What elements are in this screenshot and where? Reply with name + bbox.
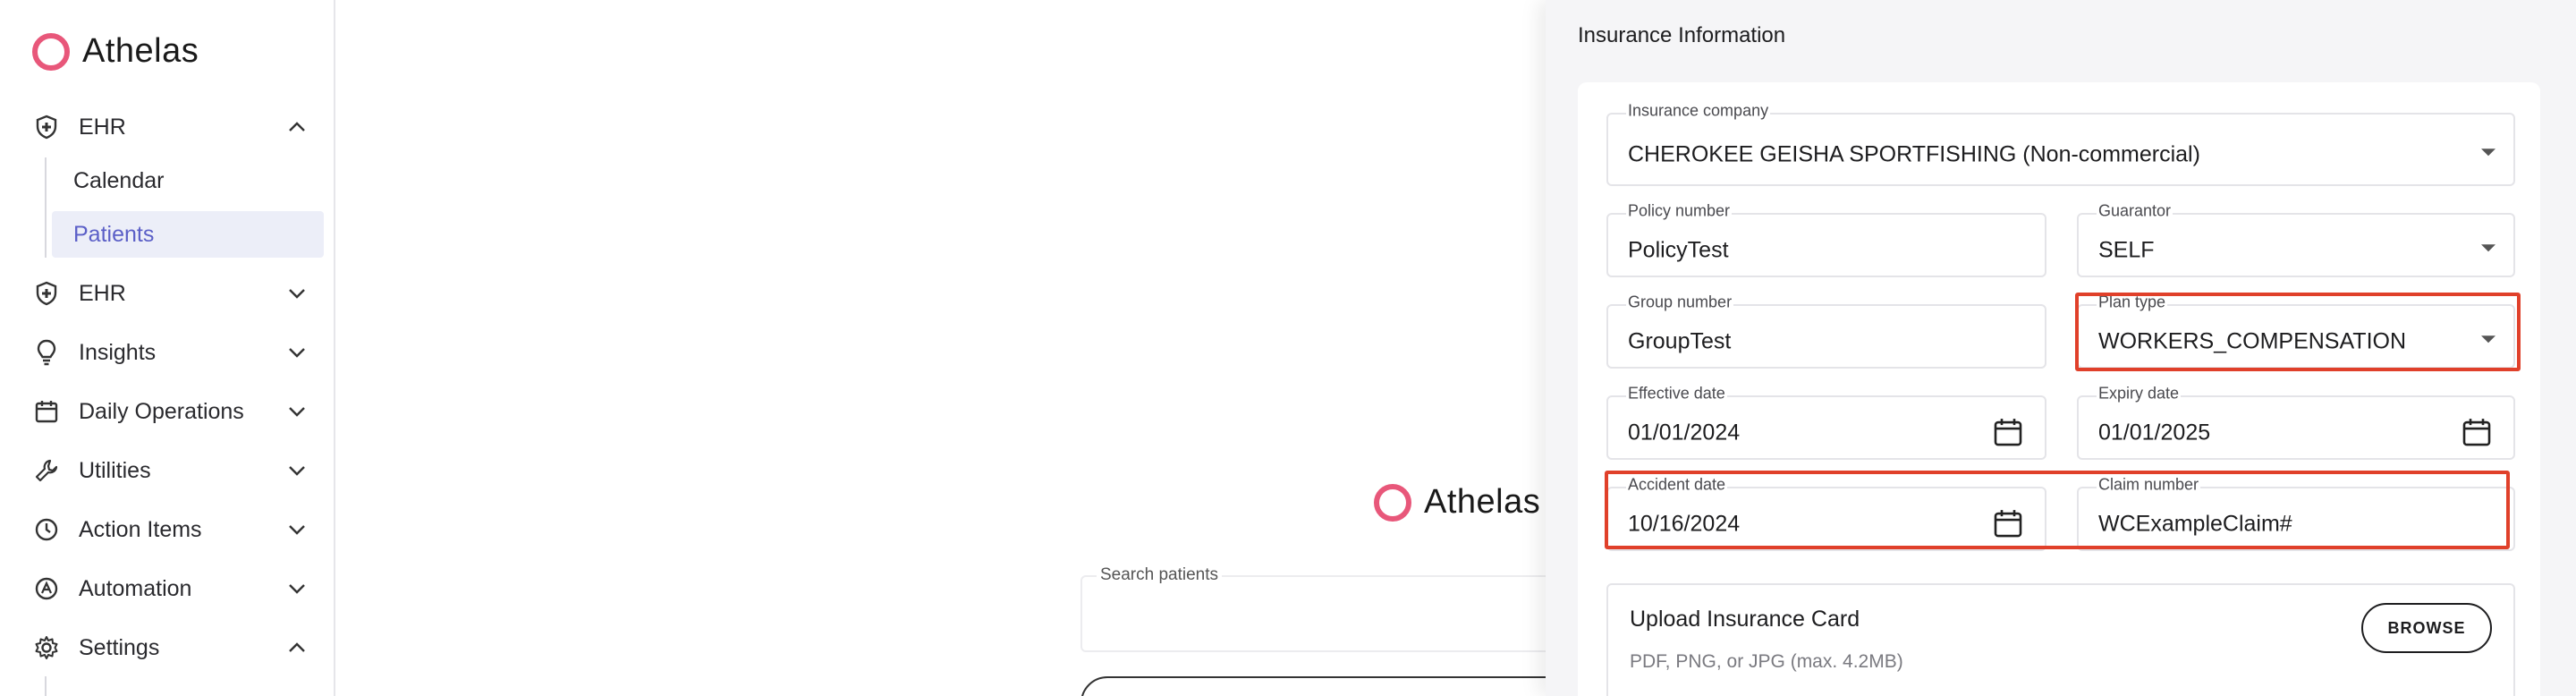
chevron-down-icon[interactable] bbox=[284, 281, 309, 306]
field-value: WCExampleClaim# bbox=[2098, 511, 2292, 537]
sidebar-item-calendar[interactable]: Calendar bbox=[52, 157, 324, 204]
field-label: Insurance company bbox=[1626, 101, 1771, 121]
sidebar-item-insights[interactable]: Insights bbox=[32, 333, 309, 372]
accident-date-field[interactable]: Accident date 10/16/2024 bbox=[1606, 475, 2046, 551]
calendar-icon bbox=[32, 397, 61, 426]
athelas-logo-icon bbox=[1374, 483, 1411, 522]
sidebar-item-ehr-2[interactable]: EHR bbox=[32, 274, 309, 313]
claim-number-field[interactable]: Claim number WCExampleClaim# bbox=[2077, 475, 2515, 551]
browse-button[interactable]: BROWSE bbox=[2361, 603, 2492, 653]
dropdown-arrow-icon bbox=[2481, 244, 2496, 252]
sidebar-item-action-items[interactable]: Action Items bbox=[32, 510, 309, 549]
field-label: Effective date bbox=[1626, 384, 1727, 403]
calendar-icon[interactable] bbox=[1993, 508, 2023, 539]
sidebar: Athelas EHR Calendar Patients EHR Insigh… bbox=[0, 0, 335, 696]
field-value: CHEROKEE GEISHA SPORTFISHING (Non-commer… bbox=[1628, 141, 2200, 167]
sidebar-item-label: Calendar bbox=[73, 167, 165, 193]
sidebar-item-ehr[interactable]: EHR bbox=[32, 107, 309, 147]
search-patients-label: Search patients bbox=[1097, 565, 1223, 585]
sidebar-item-label: EHR bbox=[79, 280, 126, 306]
sidebar-item-utilities[interactable]: Utilities bbox=[32, 451, 309, 490]
field-value: SELF bbox=[2098, 237, 2155, 263]
background-pill-button[interactable] bbox=[1080, 676, 1581, 696]
sidebar-item-label: Automation bbox=[79, 575, 192, 601]
dropdown-arrow-icon bbox=[2481, 149, 2496, 157]
field-value: GroupTest bbox=[1628, 328, 1732, 354]
group-number-field[interactable]: Group number GroupTest bbox=[1606, 293, 2046, 369]
athelas-logo-icon bbox=[32, 32, 70, 71]
expiry-date-field[interactable]: Expiry date 01/01/2025 bbox=[2077, 384, 2515, 460]
field-label: Claim number bbox=[2097, 475, 2201, 495]
chevron-down-icon[interactable] bbox=[284, 458, 309, 483]
sidebar-item-label: Patients bbox=[73, 221, 155, 247]
app-logo[interactable]: Athelas bbox=[32, 32, 199, 71]
chevron-up-icon[interactable] bbox=[284, 635, 309, 660]
upload-hint: PDF, PNG, or JPG (max. 4.2MB) bbox=[1630, 651, 1903, 672]
field-label: Group number bbox=[1626, 293, 1734, 312]
sidebar-item-daily-operations[interactable]: Daily Operations bbox=[32, 392, 309, 431]
insurance-company-select[interactable]: Insurance company CHEROKEE GEISHA SPORTF… bbox=[1606, 101, 2515, 186]
field-label: Accident date bbox=[1626, 475, 1728, 495]
policy-number-field[interactable]: Policy number PolicyTest bbox=[1606, 201, 2046, 277]
gear-icon bbox=[32, 633, 61, 662]
shield-plus-icon bbox=[32, 113, 61, 141]
sidebar-item-label: EHR bbox=[79, 114, 126, 140]
upload-insurance-card: Upload Insurance Card PDF, PNG, or JPG (… bbox=[1606, 583, 2515, 696]
main-brand-name: Athelas bbox=[1424, 483, 1541, 521]
field-label: Policy number bbox=[1626, 201, 1733, 221]
brand-name: Athelas bbox=[82, 32, 199, 70]
dropdown-arrow-icon bbox=[2481, 335, 2496, 344]
field-value: WORKERS_COMPENSATION bbox=[2098, 328, 2407, 354]
search-patients-input[interactable] bbox=[1080, 575, 1581, 652]
guarantor-select[interactable]: Guarantor SELF bbox=[2077, 201, 2515, 277]
automation-icon bbox=[32, 574, 61, 603]
submenu-guide-line bbox=[45, 157, 47, 258]
effective-date-field[interactable]: Effective date 01/01/2024 bbox=[1606, 384, 2046, 460]
field-value: 10/16/2024 bbox=[1628, 511, 1741, 537]
sidebar-item-automation[interactable]: Automation bbox=[32, 569, 309, 608]
sidebar-item-label: Settings bbox=[79, 634, 160, 660]
sidebar-item-label: Daily Operations bbox=[79, 398, 244, 424]
chevron-down-icon[interactable] bbox=[284, 340, 309, 365]
lightbulb-icon bbox=[32, 338, 61, 367]
chevron-down-icon[interactable] bbox=[284, 576, 309, 601]
sidebar-item-patients[interactable]: Patients bbox=[52, 211, 324, 258]
calendar-icon[interactable] bbox=[1993, 417, 2023, 447]
field-label: Expiry date bbox=[2097, 384, 2182, 403]
upload-title: Upload Insurance Card bbox=[1630, 607, 1860, 632]
sidebar-item-settings[interactable]: Settings bbox=[32, 628, 309, 667]
plan-type-select[interactable]: Plan type WORKERS_COMPENSATION bbox=[2077, 293, 2515, 369]
wrench-icon bbox=[32, 456, 61, 485]
drawer-title: Insurance Information bbox=[1578, 23, 1786, 47]
field-label: Plan type bbox=[2097, 293, 2168, 312]
field-value: 01/01/2024 bbox=[1628, 420, 1741, 446]
clock-icon bbox=[32, 515, 61, 544]
shield-plus-icon bbox=[32, 279, 61, 308]
chevron-down-icon[interactable] bbox=[284, 399, 309, 424]
field-label: Guarantor bbox=[2097, 201, 2174, 221]
submenu-guide-line bbox=[45, 676, 47, 696]
field-value: PolicyTest bbox=[1628, 237, 1729, 263]
sidebar-item-label: Insights bbox=[79, 339, 157, 365]
main-logo: Athelas bbox=[1374, 483, 1540, 522]
sidebar-item-label: Utilities bbox=[79, 457, 151, 483]
chevron-up-icon[interactable] bbox=[284, 115, 309, 140]
calendar-icon[interactable] bbox=[2462, 417, 2492, 447]
chevron-down-icon[interactable] bbox=[284, 517, 309, 542]
field-value: 01/01/2025 bbox=[2098, 420, 2211, 446]
sidebar-item-label: Action Items bbox=[79, 516, 202, 542]
